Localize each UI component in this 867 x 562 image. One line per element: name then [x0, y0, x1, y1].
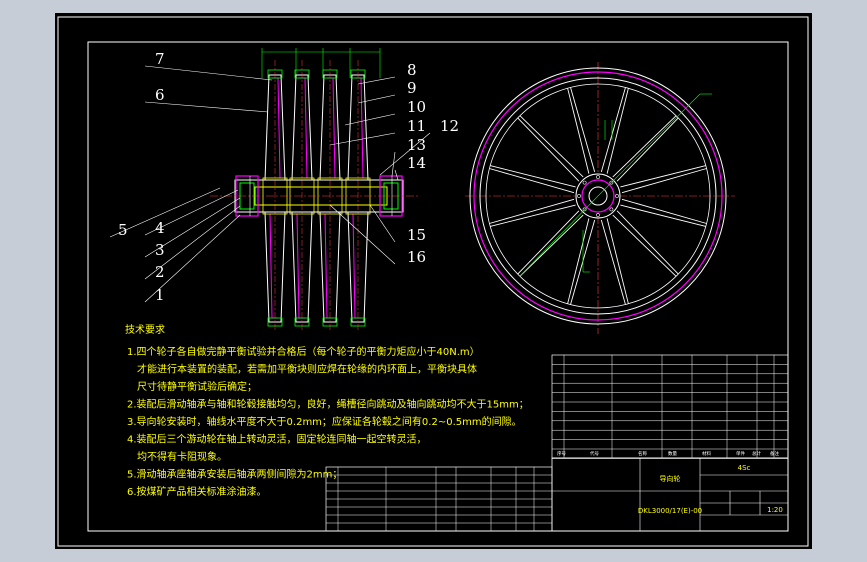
requirement-line-5: 3.导向轮安装时，轴线水平度不大于0.2mm；应保证各轮毂之间有0.2~0.5m…: [127, 415, 522, 428]
part-label-9: 9: [407, 79, 417, 97]
part-label-1: 1: [155, 286, 165, 304]
part-label-16: 16: [407, 248, 426, 266]
part-label-3: 3: [155, 241, 165, 259]
bom-header-cell: 数量: [668, 450, 677, 457]
part-label-5: 5: [118, 221, 128, 239]
requirement-line-4: 2.装配后滑动轴承与轴和轮毂接触均匀，良好，绳槽径向跳动及轴向跳动均不大于15m…: [127, 398, 529, 411]
part-label-14: 14: [407, 154, 426, 172]
part-label-11: 11: [407, 117, 426, 135]
title-scale: 1:20: [767, 506, 783, 514]
bom-header-cell: 序号: [557, 450, 566, 457]
part-label-10: 10: [407, 98, 426, 116]
bom-header-cell: 备注: [770, 450, 779, 457]
bom-header-cell: 名称: [638, 450, 647, 457]
bom-header-cell: 材料: [702, 450, 711, 457]
part-label-15: 15: [407, 226, 426, 244]
cad-drawing-canvas[interactable]: 1234567891011 1213141516 技术要求 1.四个轮子各自做完静…: [0, 0, 867, 562]
part-label-12: 12: [440, 117, 459, 135]
requirement-line-8: 5.滑动轴承座轴承安装后轴承两侧间隙为2mm；: [127, 468, 342, 481]
title-part-name: 导向轮: [660, 474, 681, 483]
bom-header-cell: 单件: [736, 450, 745, 457]
requirement-line-2: 才能进行本装置的装配，若需加平衡块则应焊在轮缘的内环面上，平衡块具体: [137, 363, 477, 376]
part-label-6: 6: [155, 86, 165, 104]
requirement-line-3: 尺寸待静平衡试验后确定；: [137, 380, 257, 393]
requirement-line-1: 1.四个轮子各自做完静平衡试验并合格后（每个轮子的平衡力矩应小于40N.m）: [127, 345, 480, 358]
bom-header-cell: 总计: [752, 450, 761, 457]
title-drawing-number: DKL3000/17(E)-00: [638, 507, 702, 515]
part-label-4: 4: [155, 219, 165, 237]
requirement-line-9: 6.按煤矿产品相关标准涂油漆。: [127, 485, 267, 498]
part-label-8: 8: [407, 61, 417, 79]
title-weight: 4Sc: [738, 464, 751, 472]
part-label-7: 7: [155, 50, 165, 68]
requirement-line-6: 4.装配后三个游动轮在轴上转动灵活，固定轮连同轴一起空转灵活，: [127, 433, 427, 446]
part-label-13: 13: [407, 136, 426, 154]
requirements-title: 技术要求: [125, 323, 165, 336]
bom-header-cell: 代号: [590, 450, 599, 457]
part-label-2: 2: [155, 263, 165, 281]
requirement-line-7: 均不得有卡阻现象。: [137, 450, 227, 463]
